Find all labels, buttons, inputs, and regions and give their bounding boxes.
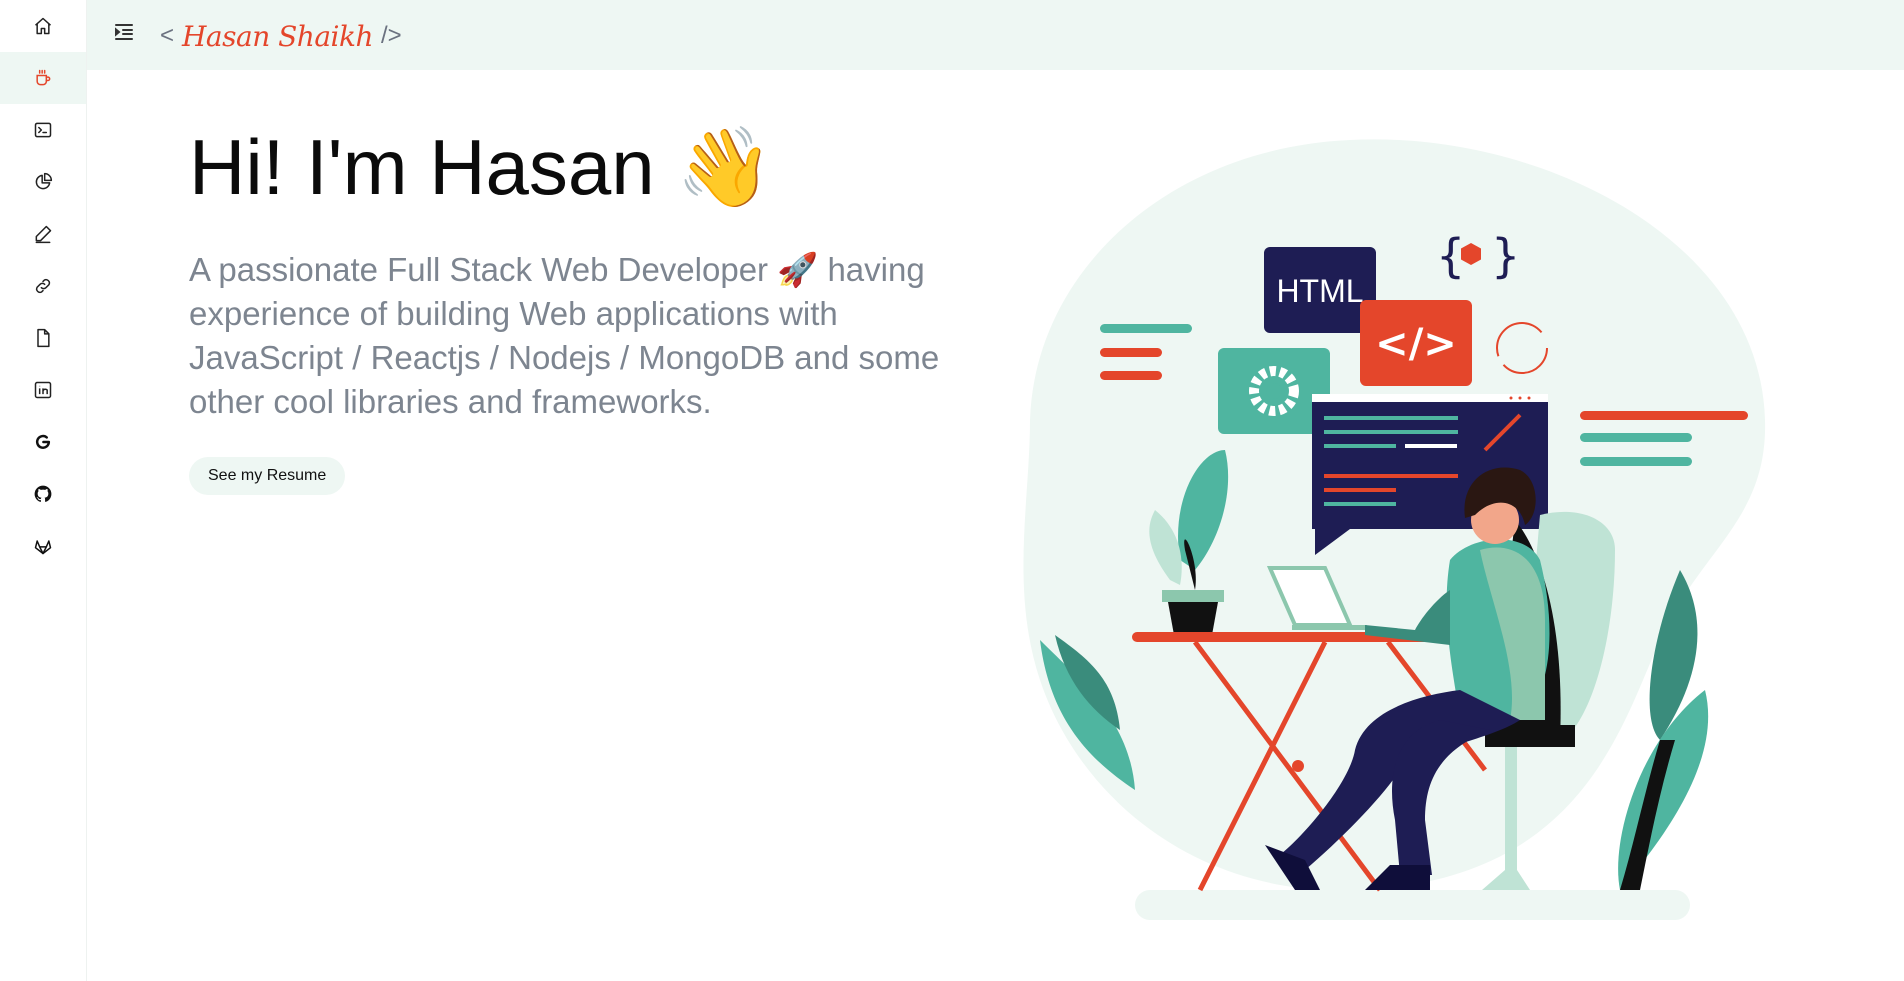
sidebar-item-stats[interactable] bbox=[0, 156, 86, 208]
top-bar: < Hasan Shaikh /> bbox=[87, 0, 1904, 70]
sidebar-item-resume[interactable] bbox=[0, 312, 86, 364]
deco-line bbox=[1100, 348, 1162, 357]
menu-toggle-button[interactable] bbox=[112, 20, 136, 44]
deco-line bbox=[1580, 411, 1748, 420]
deco-line bbox=[1100, 324, 1192, 333]
terminal-icon bbox=[34, 122, 52, 138]
menu-indent-icon bbox=[115, 24, 133, 40]
sidebar-item-gitlab[interactable] bbox=[0, 520, 86, 572]
deco-line bbox=[1580, 457, 1692, 466]
sidebar bbox=[0, 0, 87, 981]
plant-pot bbox=[1162, 590, 1224, 602]
brand-signature: Hasan Shaikh bbox=[182, 19, 373, 53]
brand-open-bracket: < bbox=[160, 22, 175, 49]
sidebar-item-blog[interactable] bbox=[0, 208, 86, 260]
coffee-cup-icon bbox=[36, 69, 51, 86]
gitlab-icon bbox=[34, 540, 52, 555]
developer-illustration: HTML { } </> bbox=[1023, 139, 1766, 920]
html-card-label: HTML bbox=[1276, 273, 1363, 309]
floor-shadow bbox=[1135, 890, 1690, 920]
code-card-label: </> bbox=[1375, 321, 1457, 367]
deco-line bbox=[1580, 433, 1692, 442]
resume-button[interactable]: See my Resume bbox=[189, 457, 346, 495]
sidebar-item-terminal[interactable] bbox=[0, 104, 86, 156]
hero-description: A passionate Full Stack Web Developer 🚀 … bbox=[189, 251, 940, 420]
sidebar-item-github[interactable] bbox=[0, 468, 86, 520]
sidebar-item-home[interactable] bbox=[0, 0, 86, 52]
sidebar-item-google[interactable] bbox=[0, 416, 86, 468]
github-icon bbox=[34, 485, 52, 502]
linkedin-icon bbox=[34, 381, 52, 399]
braces-icon: } bbox=[1491, 229, 1520, 283]
link-icon bbox=[35, 278, 51, 294]
chat-bar bbox=[1312, 394, 1548, 402]
page-title: Hi! I'm Hasan 👋 bbox=[189, 123, 774, 211]
brand-close-bracket: /> bbox=[381, 22, 402, 49]
file-icon bbox=[37, 328, 50, 348]
home-icon bbox=[35, 17, 51, 35]
sidebar-item-links[interactable] bbox=[0, 260, 86, 312]
brand-logo[interactable]: < Hasan Shaikh /> bbox=[160, 16, 402, 56]
sidebar-item-linkedin[interactable] bbox=[0, 364, 86, 416]
pencil-icon bbox=[35, 225, 52, 244]
braces-icon: { bbox=[1436, 229, 1465, 283]
google-icon bbox=[35, 434, 51, 449]
pie-chart-icon bbox=[35, 172, 53, 190]
sidebar-item-about[interactable] bbox=[0, 52, 86, 104]
deco-line bbox=[1100, 371, 1162, 380]
